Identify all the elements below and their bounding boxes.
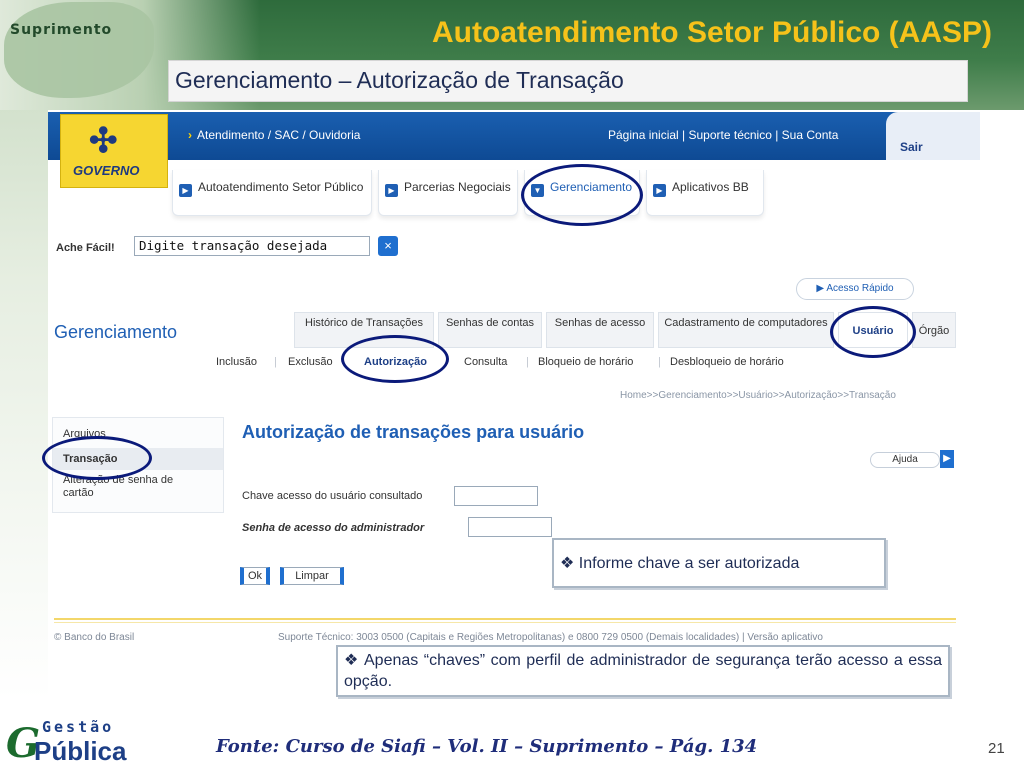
clear-button[interactable]: Limpar [280, 567, 344, 585]
search-go-button[interactable]: × [378, 236, 398, 256]
arrow-right-icon: › [188, 128, 192, 142]
note-apenas-chaves: ❖ Apenas “chaves” com perfil de administ… [336, 645, 950, 697]
acesso-rapido-button[interactable]: ▶ Acesso Rápido [796, 278, 914, 300]
separator: | [274, 356, 277, 368]
slide-subtitle: Gerenciamento – Autorização de Transação [175, 67, 624, 93]
footer-divider-light [54, 622, 956, 623]
highlight-autorizacao [341, 335, 449, 383]
admin-password-label: Senha de acesso do administrador [242, 522, 425, 534]
subtab-cadastramento[interactable]: Cadastramento de computadores [658, 312, 834, 348]
breadcrumb[interactable]: Home>>Gerenciamento>>Usuário>>Autorizaçã… [620, 390, 896, 401]
bb-logo[interactable]: ✣ GOVERNO [60, 114, 168, 188]
arrow-right-icon: ▶ [653, 184, 666, 197]
atendimento-label: Atendimento / SAC / Ouvidoria [197, 128, 361, 142]
arrow-right-icon: ▶ [385, 184, 398, 197]
highlight-usuario [830, 306, 916, 358]
user-key-label: Chave acesso do usuário consultado [242, 490, 423, 502]
subtab-senhas-acesso[interactable]: Senhas de acesso [546, 312, 654, 348]
top-right-links[interactable]: Página inicial | Suporte técnico | Sua C… [608, 128, 838, 142]
footer-divider [54, 618, 956, 620]
tab-autoatendimento[interactable]: ▶ Autoatendimento Setor Público [172, 170, 372, 216]
close-icon: × [384, 238, 392, 253]
bb-top-bar: › Atendimento / SAC / Ouvidoria Página in… [48, 112, 980, 160]
note2-text: Apenas “chaves” com perfil de administra… [344, 652, 942, 690]
sair-button[interactable]: Sair [886, 112, 980, 160]
highlight-gerenciamento [521, 164, 643, 226]
tab-aplicativos[interactable]: ▶ Aplicativos BB [646, 170, 764, 216]
slide-title: Autoatendimento Setor Público (AASP) [431, 16, 992, 49]
sair-label: Sair [900, 140, 923, 154]
subtitle-box: Gerenciamento – Autorização de Transação [168, 60, 968, 102]
atendimento-link[interactable]: › Atendimento / SAC / Ouvidoria [188, 128, 360, 142]
ok-button[interactable]: Ok [240, 567, 270, 585]
separator: | [658, 356, 661, 368]
bb-logo-text: GOVERNO [73, 163, 140, 178]
corner-label: Suprimento [10, 22, 113, 38]
admin-password-input[interactable] [468, 517, 552, 537]
separator: | [526, 356, 529, 368]
user-key-input[interactable] [454, 486, 538, 506]
bb-mark-icon: ✣ [89, 122, 118, 160]
search-label: Ache Fácil! [56, 242, 115, 254]
logo-bottom-text: Pública [34, 736, 127, 766]
tab-label: Autoatendimento Setor Público [198, 180, 364, 194]
copyright: © Banco do Brasil [54, 632, 135, 643]
subnav-bloqueio[interactable]: Bloqueio de horário [538, 356, 633, 368]
source-citation: Fonte: Curso de Siafi – Vol. II – Suprim… [216, 736, 758, 757]
gestao-publica-logo: G Gestão Pública [6, 716, 146, 767]
highlight-transacao [42, 436, 152, 480]
logo-top-text: Gestão [42, 718, 115, 736]
bullet-icon: ❖ [344, 652, 360, 669]
arrow-right-icon[interactable]: ▶ [940, 450, 954, 468]
subnav-desbloqueio[interactable]: Desbloqueio de horário [670, 356, 784, 368]
acesso-rapido-label: Acesso Rápido [826, 283, 894, 294]
subnav-exclusao[interactable]: Exclusão [288, 356, 333, 368]
subtab-orgao[interactable]: Órgão [912, 312, 956, 348]
page-heading: Autorização de transações para usuário [242, 422, 585, 442]
note-informe-chave: ❖ Informe chave a ser autorizada [552, 538, 886, 588]
tab-parcerias[interactable]: ▶ Parcerias Negociais [378, 170, 518, 216]
support-info: Suporte Técnico: 3003 0500 (Capitais e R… [278, 632, 823, 643]
tab-label: Parcerias Negociais [404, 180, 511, 194]
bullet-icon: ❖ [560, 555, 575, 572]
search-input[interactable]: Digite transação desejada [134, 236, 370, 256]
page-number: 21 [988, 740, 1005, 757]
tab-label: Aplicativos BB [672, 180, 749, 194]
subnav-inclusao[interactable]: Inclusão [216, 356, 257, 368]
section-title: Gerenciamento [54, 322, 178, 342]
arrow-right-icon: ▶ [179, 184, 192, 197]
subnav-consulta[interactable]: Consulta [464, 356, 507, 368]
arrow-right-icon: ▶ [816, 283, 827, 294]
note1-text: Informe chave a ser autorizada [578, 555, 800, 572]
help-button[interactable]: Ajuda [870, 452, 940, 468]
subtab-senhas-contas[interactable]: Senhas de contas [438, 312, 542, 348]
